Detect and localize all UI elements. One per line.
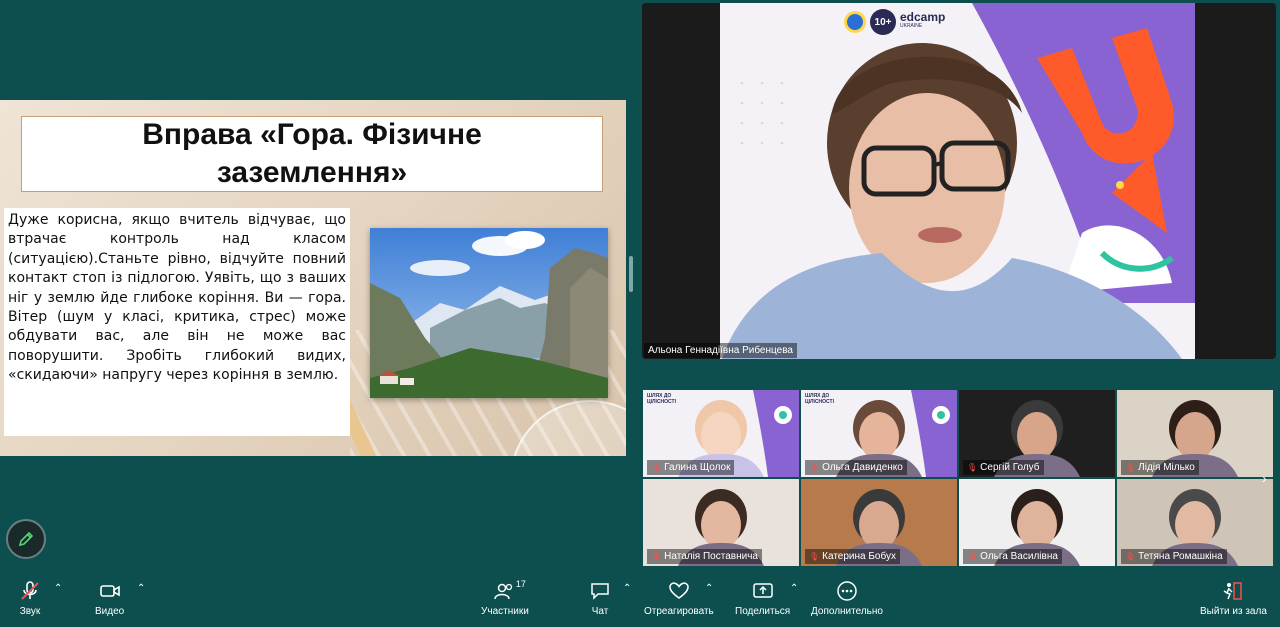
participant-tile[interactable]: 🎙 Катерина Бобух — [801, 479, 957, 566]
video-button[interactable]: Видео — [95, 581, 124, 617]
heart-icon — [669, 582, 689, 599]
participants-icon — [494, 583, 513, 600]
participant-name-label: 🎙 Сергій Голуб — [963, 460, 1044, 475]
main-speaker-video[interactable]: 10+ edcamp UKRAINE Альона Геннадіївна Ри… — [642, 3, 1276, 359]
participant-name: Ольга Давиденко — [822, 462, 903, 473]
pane-resize-handle[interactable] — [629, 256, 633, 292]
participant-name-label: 🎙 Галина Щолок — [647, 460, 735, 475]
participant-tile[interactable]: 🎙 Сергій Голуб — [959, 390, 1115, 477]
react-options-caret-icon[interactable]: ⌃ — [705, 583, 713, 594]
pencil-icon — [18, 531, 34, 547]
participants-label: Участники — [481, 606, 529, 617]
sound-options-caret-icon[interactable]: ⌃ — [54, 583, 62, 594]
edcamp-logo-text: edcamp — [900, 10, 946, 24]
share-screen-icon — [752, 583, 773, 598]
edcamp-logo: 10+ edcamp UKRAINE — [844, 9, 945, 35]
mic-off-icon: 🎙 — [809, 552, 820, 561]
participant-name: Наталія Поставнича — [664, 551, 758, 562]
sound-button[interactable]: Звук — [19, 581, 41, 617]
participants-button[interactable]: 17 Участники — [481, 579, 529, 617]
mic-off-icon: 🎙 — [1125, 552, 1136, 561]
gallery-next-arrow-icon[interactable]: › — [1262, 470, 1267, 486]
participant-tile[interactable]: 🎙 Ольга Василівна — [959, 479, 1115, 566]
mic-off-icon: 🎙 — [651, 463, 662, 472]
participant-name-label: 🎙 Тетяна Ромашкіна — [1121, 549, 1227, 564]
participant-tile[interactable]: 🎙 Наталія Поставнича — [643, 479, 799, 566]
participant-name: Тетяна Ромашкіна — [1138, 551, 1223, 562]
slide-title: Вправа «Гора. Фізичне заземлення» — [142, 118, 482, 189]
mic-off-icon: 🎙 — [809, 463, 820, 472]
sound-label: Звук — [19, 606, 41, 617]
tile-logo-text: ШЛЯХ ДО ЦІЛІСНОСТІ — [805, 393, 834, 405]
slide-title-box: Вправа «Гора. Фізичне заземлення» — [21, 116, 603, 192]
participant-tile[interactable]: 🎙 Лідія Мілько — [1117, 390, 1273, 477]
more-button[interactable]: Дополнительно — [811, 581, 883, 617]
chat-label: Чат — [591, 606, 609, 617]
share-button[interactable]: Поделиться — [735, 581, 790, 617]
participant-name-label: 🎙 Наталія Поставнича — [647, 549, 762, 564]
participant-name: Ольга Василівна — [980, 551, 1058, 562]
chat-button[interactable]: Чат — [589, 581, 611, 617]
participant-tile[interactable]: ШЛЯХ ДО ЦІЛІСНОСТІ 🎙 Ольга Давиденко — [801, 390, 957, 477]
mic-off-icon — [21, 581, 39, 600]
edcamp-emblem-icon — [844, 11, 866, 33]
mic-off-icon: 🎙 — [967, 552, 978, 561]
mic-off-icon: 🎙 — [967, 463, 978, 472]
participant-name-label: 🎙 Катерина Бобух — [805, 549, 900, 564]
chat-options-caret-icon[interactable]: ⌃ — [623, 583, 631, 594]
video-label: Видео — [95, 606, 125, 617]
meeting-toolbar: Звук ⌃ Видео ⌃ 17 Участники Чат ⌃ Отреаг… — [0, 577, 1280, 627]
video-options-caret-icon[interactable]: ⌃ — [137, 583, 145, 594]
speaker-name: Альона Геннадіївна Рибенцева — [648, 345, 793, 356]
mic-off-icon: 🎙 — [651, 552, 662, 561]
edcamp-logo-10: 10+ — [870, 9, 896, 35]
participant-name-label: 🎙 Ольга Василівна — [963, 549, 1062, 564]
edcamp-logo-subtext: UKRAINE — [900, 23, 923, 29]
mic-off-icon: 🎙 — [1125, 463, 1136, 472]
participant-name: Катерина Бобух — [822, 551, 896, 562]
slide-text-box: Дуже корисна, якщо вчитель відчуває, що … — [4, 208, 350, 436]
participant-tile[interactable]: ШЛЯХ ДО ЦІЛІСНОСТІ 🎙 Галина Щолок — [643, 390, 799, 477]
participant-name: Сергій Голуб — [980, 462, 1040, 473]
participant-tile[interactable]: 🎙 Тетяна Ромашкіна — [1117, 479, 1273, 566]
participant-name: Галина Щолок — [664, 462, 731, 473]
annotate-button[interactable] — [6, 519, 46, 559]
speaker-name-label: Альона Геннадіївна Рибенцева — [644, 343, 797, 358]
tile-logo-text: ШЛЯХ ДО ЦІЛІСНОСТІ — [647, 393, 676, 405]
participant-name-label: 🎙 Ольга Давиденко — [805, 460, 907, 475]
presentation-slide: Вправа «Гора. Фізичне заземлення» Дуже к… — [0, 100, 626, 456]
leave-label: Выйти из зала — [1200, 606, 1267, 617]
leave-door-icon — [1224, 582, 1243, 600]
react-label: Отреагировать — [644, 606, 714, 617]
react-button[interactable]: Отреагировать — [644, 581, 714, 617]
leave-button[interactable]: Выйти из зала — [1200, 581, 1267, 617]
camera-icon — [99, 585, 120, 597]
mountain-photo — [370, 228, 608, 398]
slide-body-text: Дуже корисна, якщо вчитель відчуває, що … — [8, 212, 346, 384]
participants-count: 17 — [515, 579, 526, 589]
participant-name: Лідія Мілько — [1138, 462, 1195, 473]
participant-name-label: 🎙 Лідія Мілько — [1121, 460, 1199, 475]
more-icon — [837, 581, 857, 601]
chat-icon — [591, 583, 609, 600]
more-label: Дополнительно — [811, 606, 883, 617]
share-label: Поделиться — [735, 606, 791, 617]
share-options-caret-icon[interactable]: ⌃ — [790, 583, 798, 594]
